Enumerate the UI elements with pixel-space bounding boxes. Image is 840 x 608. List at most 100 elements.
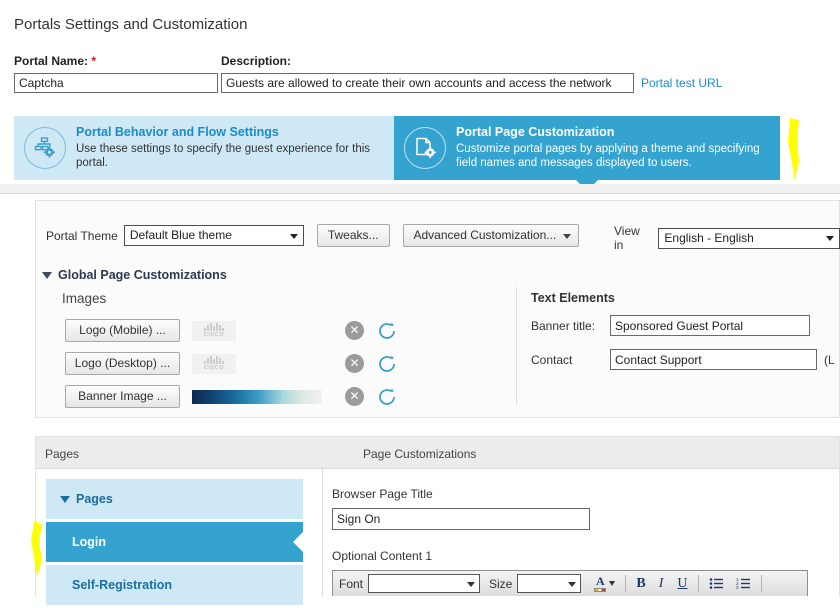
images-heading: Images bbox=[62, 291, 107, 306]
toolbar-separator bbox=[625, 575, 627, 592]
page-gear-icon bbox=[404, 127, 446, 169]
advanced-customization-button[interactable]: Advanced Customization... bbox=[402, 224, 580, 247]
reset-circular-arrow-icon[interactable] bbox=[376, 320, 398, 342]
portal-theme-value: Default Blue theme bbox=[129, 228, 232, 242]
optional-content-1-label: Optional Content 1 bbox=[332, 549, 433, 563]
page-title: Portals Settings and Customization bbox=[14, 16, 248, 33]
reset-circular-arrow-icon[interactable] bbox=[376, 353, 398, 375]
cisco-logo-icon: CISCO bbox=[192, 353, 236, 374]
portal-name-input[interactable] bbox=[14, 73, 218, 93]
images-list: Logo (Mobile) ... CISCO ✕ Logo (Desktop)… bbox=[65, 317, 398, 416]
chevron-down-icon bbox=[563, 233, 572, 239]
pages-tree-item-label: Self-Registration bbox=[72, 578, 173, 592]
image-row-logo-mobile: Logo (Mobile) ... CISCO ✕ bbox=[65, 317, 398, 344]
font-color-swatch bbox=[594, 588, 607, 592]
italic-glyph: I bbox=[658, 575, 664, 591]
logo-desktop-thumbnail: CISCO bbox=[192, 353, 327, 374]
global-page-customizations-disclosure[interactable]: Global Page Customizations bbox=[42, 268, 227, 282]
portal-settings-page: Portals Settings and Customization Porta… bbox=[0, 0, 840, 605]
description-label: Description: bbox=[221, 54, 292, 68]
triangle-down-icon bbox=[60, 495, 70, 503]
numbered-list-icon[interactable]: 123 bbox=[733, 573, 754, 594]
triangle-down-icon bbox=[42, 271, 52, 279]
size-select[interactable] bbox=[517, 574, 582, 593]
image-row-logo-desktop: Logo (Desktop) ... CISCO ✕ bbox=[65, 350, 398, 377]
step-2-text: Portal Page Customization Customize port… bbox=[456, 125, 770, 170]
language-select[interactable]: English - English bbox=[658, 227, 840, 249]
chevron-down-icon bbox=[609, 581, 616, 586]
panel-vertical-divider bbox=[516, 287, 517, 405]
step-1-description: Use these settings to specify the guest … bbox=[76, 142, 371, 170]
flow-gear-icon bbox=[24, 127, 66, 169]
portal-test-url-link[interactable]: Portal test URL bbox=[641, 76, 722, 90]
italic-icon[interactable]: I bbox=[656, 573, 667, 594]
browser-page-title-label: Browser Page Title bbox=[332, 487, 433, 501]
pages-tree-item-self-registration[interactable]: Self-Registration bbox=[46, 565, 303, 605]
pages-tree: Pages Login Self-Registration bbox=[46, 479, 303, 608]
size-label: Size bbox=[489, 576, 513, 591]
bold-glyph: B bbox=[636, 575, 646, 591]
page-customizations-column-header: Page Customizations bbox=[363, 447, 477, 461]
svg-text:3: 3 bbox=[736, 585, 739, 590]
toolbar-separator bbox=[697, 575, 699, 592]
view-in-label: View in bbox=[614, 224, 640, 252]
language-value: English - English bbox=[664, 230, 754, 245]
portal-name-label-text: Portal Name: bbox=[14, 54, 89, 68]
underline-icon[interactable]: U bbox=[674, 573, 690, 594]
chevron-down-icon bbox=[826, 236, 834, 241]
cisco-bars bbox=[204, 323, 224, 331]
banner-title-row: Banner title: bbox=[531, 315, 835, 336]
cisco-wordmark: CISCO bbox=[203, 332, 225, 338]
section-separator-line bbox=[0, 193, 840, 194]
pages-tree-item-login[interactable]: Login bbox=[46, 522, 303, 562]
step-1-title: Portal Behavior and Flow Settings bbox=[76, 125, 279, 140]
pages-tree-group-header[interactable]: Pages bbox=[46, 479, 303, 519]
logo-desktop-button[interactable]: Logo (Desktop) ... bbox=[65, 352, 180, 375]
bold-icon[interactable]: B bbox=[633, 573, 648, 594]
step-2-description: Customize portal pages by applying a the… bbox=[456, 142, 760, 170]
reset-circular-arrow-icon[interactable] bbox=[376, 386, 398, 408]
chevron-down-icon bbox=[467, 581, 476, 587]
clear-x-icon[interactable]: ✕ bbox=[345, 321, 364, 340]
workflow-step-bar: Portal Behavior and Flow Settings Use th… bbox=[14, 116, 780, 191]
portal-theme-select[interactable]: Default Blue theme bbox=[123, 225, 304, 246]
font-label: Font bbox=[339, 576, 364, 591]
banner-image-button[interactable]: Banner Image ... bbox=[65, 385, 180, 408]
banner-title-input[interactable] bbox=[610, 315, 810, 336]
contact-label: Contact bbox=[531, 352, 573, 367]
portal-name-label: Portal Name: * bbox=[14, 54, 96, 68]
pages-tree-item-label: Login bbox=[72, 535, 107, 549]
toolbar-separator bbox=[760, 575, 762, 592]
chevron-down-icon bbox=[289, 233, 298, 239]
text-elements-form: Banner title: Contact (L bbox=[531, 315, 835, 383]
blue-gradient-banner-icon bbox=[192, 389, 322, 404]
view-in-group: View in English - English bbox=[614, 224, 840, 252]
cisco-logo-icon: CISCO bbox=[192, 320, 236, 341]
banner-title-label: Banner title: bbox=[531, 318, 596, 333]
portal-theme-label: Portal Theme bbox=[46, 228, 118, 243]
yellow-highlight-mark-right bbox=[788, 118, 799, 180]
underline-glyph: U bbox=[677, 575, 688, 591]
font-color-glyph: A bbox=[596, 574, 605, 588]
description-input[interactable] bbox=[221, 73, 634, 93]
step-portal-page-customization[interactable]: Portal Page Customization Customize port… bbox=[394, 116, 780, 191]
logo-mobile-button[interactable]: Logo (Mobile) ... bbox=[65, 319, 180, 342]
contact-input[interactable] bbox=[610, 349, 817, 370]
step-portal-behavior-and-flow-settings[interactable]: Portal Behavior and Flow Settings Use th… bbox=[14, 116, 394, 180]
banner-image-thumbnail bbox=[192, 389, 327, 404]
browser-page-title-input[interactable] bbox=[332, 508, 590, 530]
font-color-icon[interactable]: A bbox=[591, 573, 618, 594]
cisco-wordmark: CISCO bbox=[203, 365, 225, 371]
text-elements-heading: Text Elements bbox=[531, 291, 615, 305]
step-1-text: Portal Behavior and Flow Settings Use th… bbox=[76, 125, 384, 170]
font-select[interactable] bbox=[368, 574, 481, 593]
clear-x-icon[interactable]: ✕ bbox=[345, 387, 364, 406]
clear-x-icon[interactable]: ✕ bbox=[345, 354, 364, 373]
rich-text-editor-toolbar: Font Size A B I U 1 2 3 bbox=[332, 570, 808, 596]
chevron-down-icon bbox=[568, 581, 577, 587]
step-2-title: Portal Page Customization bbox=[456, 125, 615, 140]
tweaks-button[interactable]: Tweaks... bbox=[316, 224, 390, 247]
bulleted-list-icon[interactable] bbox=[706, 573, 727, 594]
advanced-customization-label: Advanced Customization... bbox=[413, 228, 557, 242]
image-row-banner-image: Banner Image ... ✕ bbox=[65, 383, 398, 410]
